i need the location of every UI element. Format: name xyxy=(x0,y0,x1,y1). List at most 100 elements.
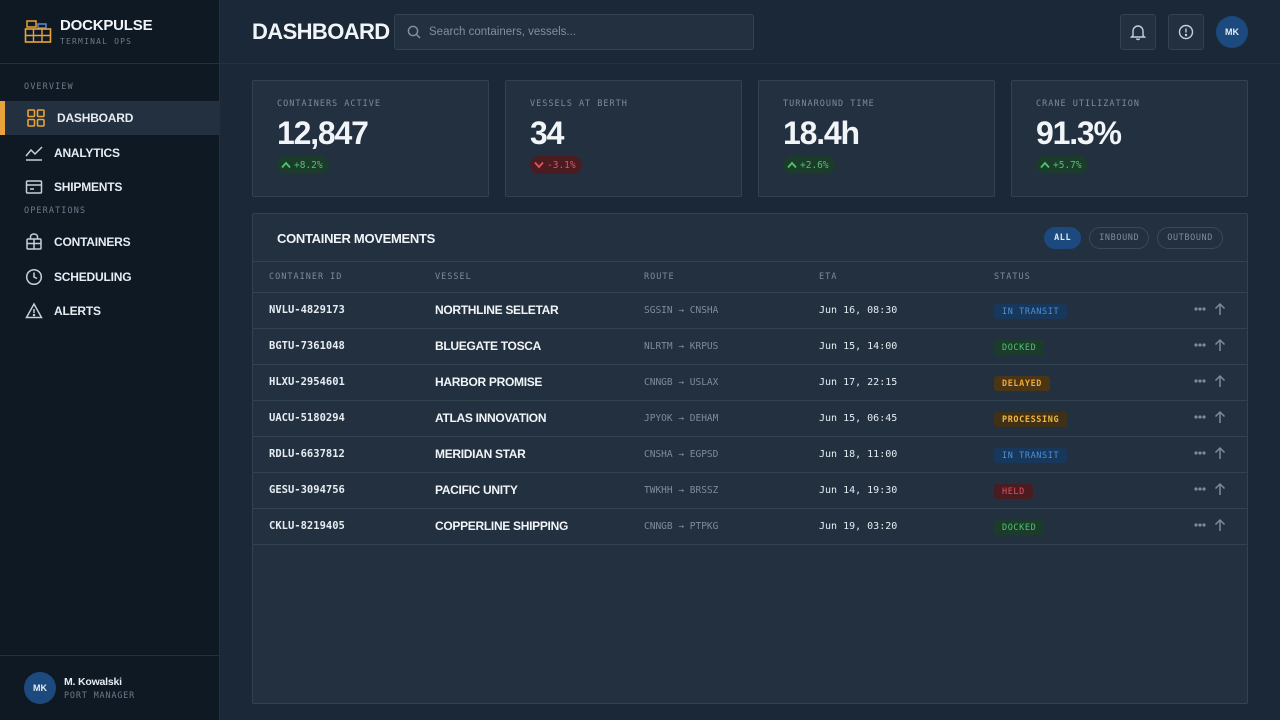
vessel-name: HARBOR PROMISE xyxy=(435,375,543,389)
status-badge: DOCKED xyxy=(994,340,1045,355)
arrow-up-icon[interactable] xyxy=(1214,482,1226,496)
container-stack-icon xyxy=(24,19,52,43)
search-icon xyxy=(407,25,421,39)
sidebar-item-label: DASHBOARD xyxy=(57,111,134,125)
table-row[interactable]: UACU-5180294 ATLAS INNOVATION JPYOK → DEHA… xyxy=(253,401,1247,437)
sidebar-item-alerts[interactable]: ALERTS xyxy=(0,294,219,328)
row-actions xyxy=(1194,482,1226,496)
header-avatar[interactable]: MK xyxy=(1216,16,1248,48)
status-badge: PROCESSING xyxy=(994,412,1068,427)
kpi-card-crane-utilization: CRANE UTILIZATION 91.3% +5.7% xyxy=(1011,80,1248,197)
brand[interactable]: DOCKPULSE TERMINAL OPS xyxy=(0,0,219,64)
vessel-name: NORTHLINE SELETAR xyxy=(435,303,559,317)
route: JPYOK → DEHAM xyxy=(644,413,719,424)
eta: Jun 17, 22:15 xyxy=(819,377,898,388)
column-header-eta[interactable]: ETA xyxy=(819,272,837,282)
status-badge: IN TRANSIT xyxy=(994,304,1068,319)
chart-line-icon xyxy=(24,143,44,163)
container-id[interactable]: GESU-3094756 xyxy=(269,484,345,496)
kpi-value: 91.3% xyxy=(1036,115,1122,151)
filter-chips: ALL INBOUND OUTBOUND xyxy=(1044,227,1223,249)
container-id[interactable]: RDLU-6637812 xyxy=(269,448,345,460)
sidebar-item-label: SCHEDULING xyxy=(54,270,132,284)
vessel-name: BLUEGATE TOSCA xyxy=(435,339,542,353)
table-row[interactable]: NVLU-4829173 NORTHLINE SELETAR SGSIN → CNS… xyxy=(253,293,1247,329)
info-icon xyxy=(1178,24,1194,40)
more-options-icon[interactable] xyxy=(1194,307,1206,311)
table-row[interactable]: RDLU-6637812 MERIDIAN STAR CNSHA → EGPSD Ju… xyxy=(253,437,1247,473)
column-header-container-id[interactable]: CONTAINER ID xyxy=(269,272,342,282)
more-options-icon[interactable] xyxy=(1194,415,1206,419)
status-badge: DOCKED xyxy=(994,520,1045,535)
kpi-value: 12,847 xyxy=(277,115,369,151)
table-row[interactable]: CKLU-8219405 COPPERLINE SHIPPING CNNGB → P… xyxy=(253,509,1247,545)
sidebar-item-label: SHIPMENTS xyxy=(54,180,123,194)
kpi-delta-badge: +8.2% xyxy=(277,156,329,174)
container-id[interactable]: CKLU-8219405 xyxy=(269,520,345,532)
table-row[interactable]: GESU-3094756 PACIFIC UNITY TWKHH → BRSSZ Ju… xyxy=(253,473,1247,509)
status-badge: DELAYED xyxy=(994,376,1051,391)
arrow-up-icon[interactable] xyxy=(1214,410,1226,424)
more-options-icon[interactable] xyxy=(1194,487,1206,491)
route: CNNGB → USLAX xyxy=(644,377,719,388)
sidebar-item-label: CONTAINERS xyxy=(54,235,131,249)
table-row[interactable]: BGTU-7361048 BLUEGATE TOSCA NLRTM → KRPUS J… xyxy=(253,329,1247,365)
kpi-delta: +5.7% xyxy=(1053,159,1082,171)
kpi-value: 18.4h xyxy=(783,115,860,151)
more-options-icon[interactable] xyxy=(1194,451,1206,455)
filter-all[interactable]: ALL xyxy=(1044,227,1082,249)
grid-icon xyxy=(26,108,46,128)
chevron-down-icon xyxy=(534,161,544,169)
more-options-icon[interactable] xyxy=(1194,523,1206,527)
row-actions xyxy=(1194,338,1226,352)
eta: Jun 18, 11:00 xyxy=(819,449,898,460)
table-row[interactable]: HLXU-2954601 HARBOR PROMISE CNNGB → USLAX J… xyxy=(253,365,1247,401)
filter-inbound[interactable]: INBOUND xyxy=(1089,227,1150,249)
more-options-icon[interactable] xyxy=(1194,343,1206,347)
eta: Jun 19, 03:20 xyxy=(819,521,898,532)
chevron-up-icon xyxy=(281,161,291,169)
more-options-icon[interactable] xyxy=(1194,379,1206,383)
container-id[interactable]: BGTU-7361048 xyxy=(269,340,345,352)
sidebar-item-dashboard[interactable]: DASHBOARD xyxy=(0,101,219,135)
container-id[interactable]: NVLU-4829173 xyxy=(269,304,345,316)
bell-icon xyxy=(1129,25,1147,41)
avatar: MK xyxy=(24,672,56,704)
arrow-up-icon[interactable] xyxy=(1214,338,1226,352)
kpi-card-containers-active: CONTAINERS ACTIVE 12,847 +8.2% xyxy=(252,80,489,197)
route: TWKHH → BRSSZ xyxy=(644,485,719,496)
user-profile[interactable]: MK M. Kowalski PORT MANAGER xyxy=(0,655,219,720)
sidebar-item-containers[interactable]: CONTAINERS xyxy=(0,225,219,259)
clock-icon xyxy=(24,267,44,287)
sidebar-item-analytics[interactable]: ANALYTICS xyxy=(0,136,219,170)
sidebar-item-scheduling[interactable]: SCHEDULING xyxy=(0,260,219,294)
eta: Jun 15, 14:00 xyxy=(819,341,898,352)
column-header-route[interactable]: ROUTE xyxy=(644,272,675,282)
sidebar-item-shipments[interactable]: SHIPMENTS xyxy=(0,170,219,204)
vessel-name: MERIDIAN STAR xyxy=(435,447,526,461)
kpi-delta: -3.1% xyxy=(547,159,576,171)
column-header-status[interactable]: STATUS xyxy=(994,272,1031,282)
search-box[interactable] xyxy=(394,14,754,50)
kpi-label: VESSELS AT BERTH xyxy=(530,99,628,109)
info-button[interactable] xyxy=(1168,14,1204,50)
eta: Jun 15, 06:45 xyxy=(819,413,898,424)
container-id[interactable]: HLXU-2954601 xyxy=(269,376,345,388)
arrow-up-icon[interactable] xyxy=(1214,518,1226,532)
vessel-name: COPPERLINE SHIPPING xyxy=(435,519,568,533)
arrow-up-icon[interactable] xyxy=(1214,302,1226,316)
container-id[interactable]: UACU-5180294 xyxy=(269,412,345,424)
eta: Jun 16, 08:30 xyxy=(819,305,898,316)
notifications-button[interactable] xyxy=(1120,14,1156,50)
kpi-delta: +2.6% xyxy=(800,159,829,171)
arrow-up-icon[interactable] xyxy=(1214,446,1226,460)
chevron-up-icon xyxy=(1040,161,1050,169)
filter-outbound[interactable]: OUTBOUND xyxy=(1157,227,1223,249)
search-input[interactable] xyxy=(429,26,729,38)
kpi-delta-badge: +5.7% xyxy=(1036,156,1088,174)
arrow-up-icon[interactable] xyxy=(1214,374,1226,388)
status-badge: IN TRANSIT xyxy=(994,448,1068,463)
panel-title: CONTAINER MOVEMENTS xyxy=(277,231,436,246)
kpi-delta: +8.2% xyxy=(294,159,323,171)
column-header-vessel[interactable]: VESSEL xyxy=(435,272,472,282)
